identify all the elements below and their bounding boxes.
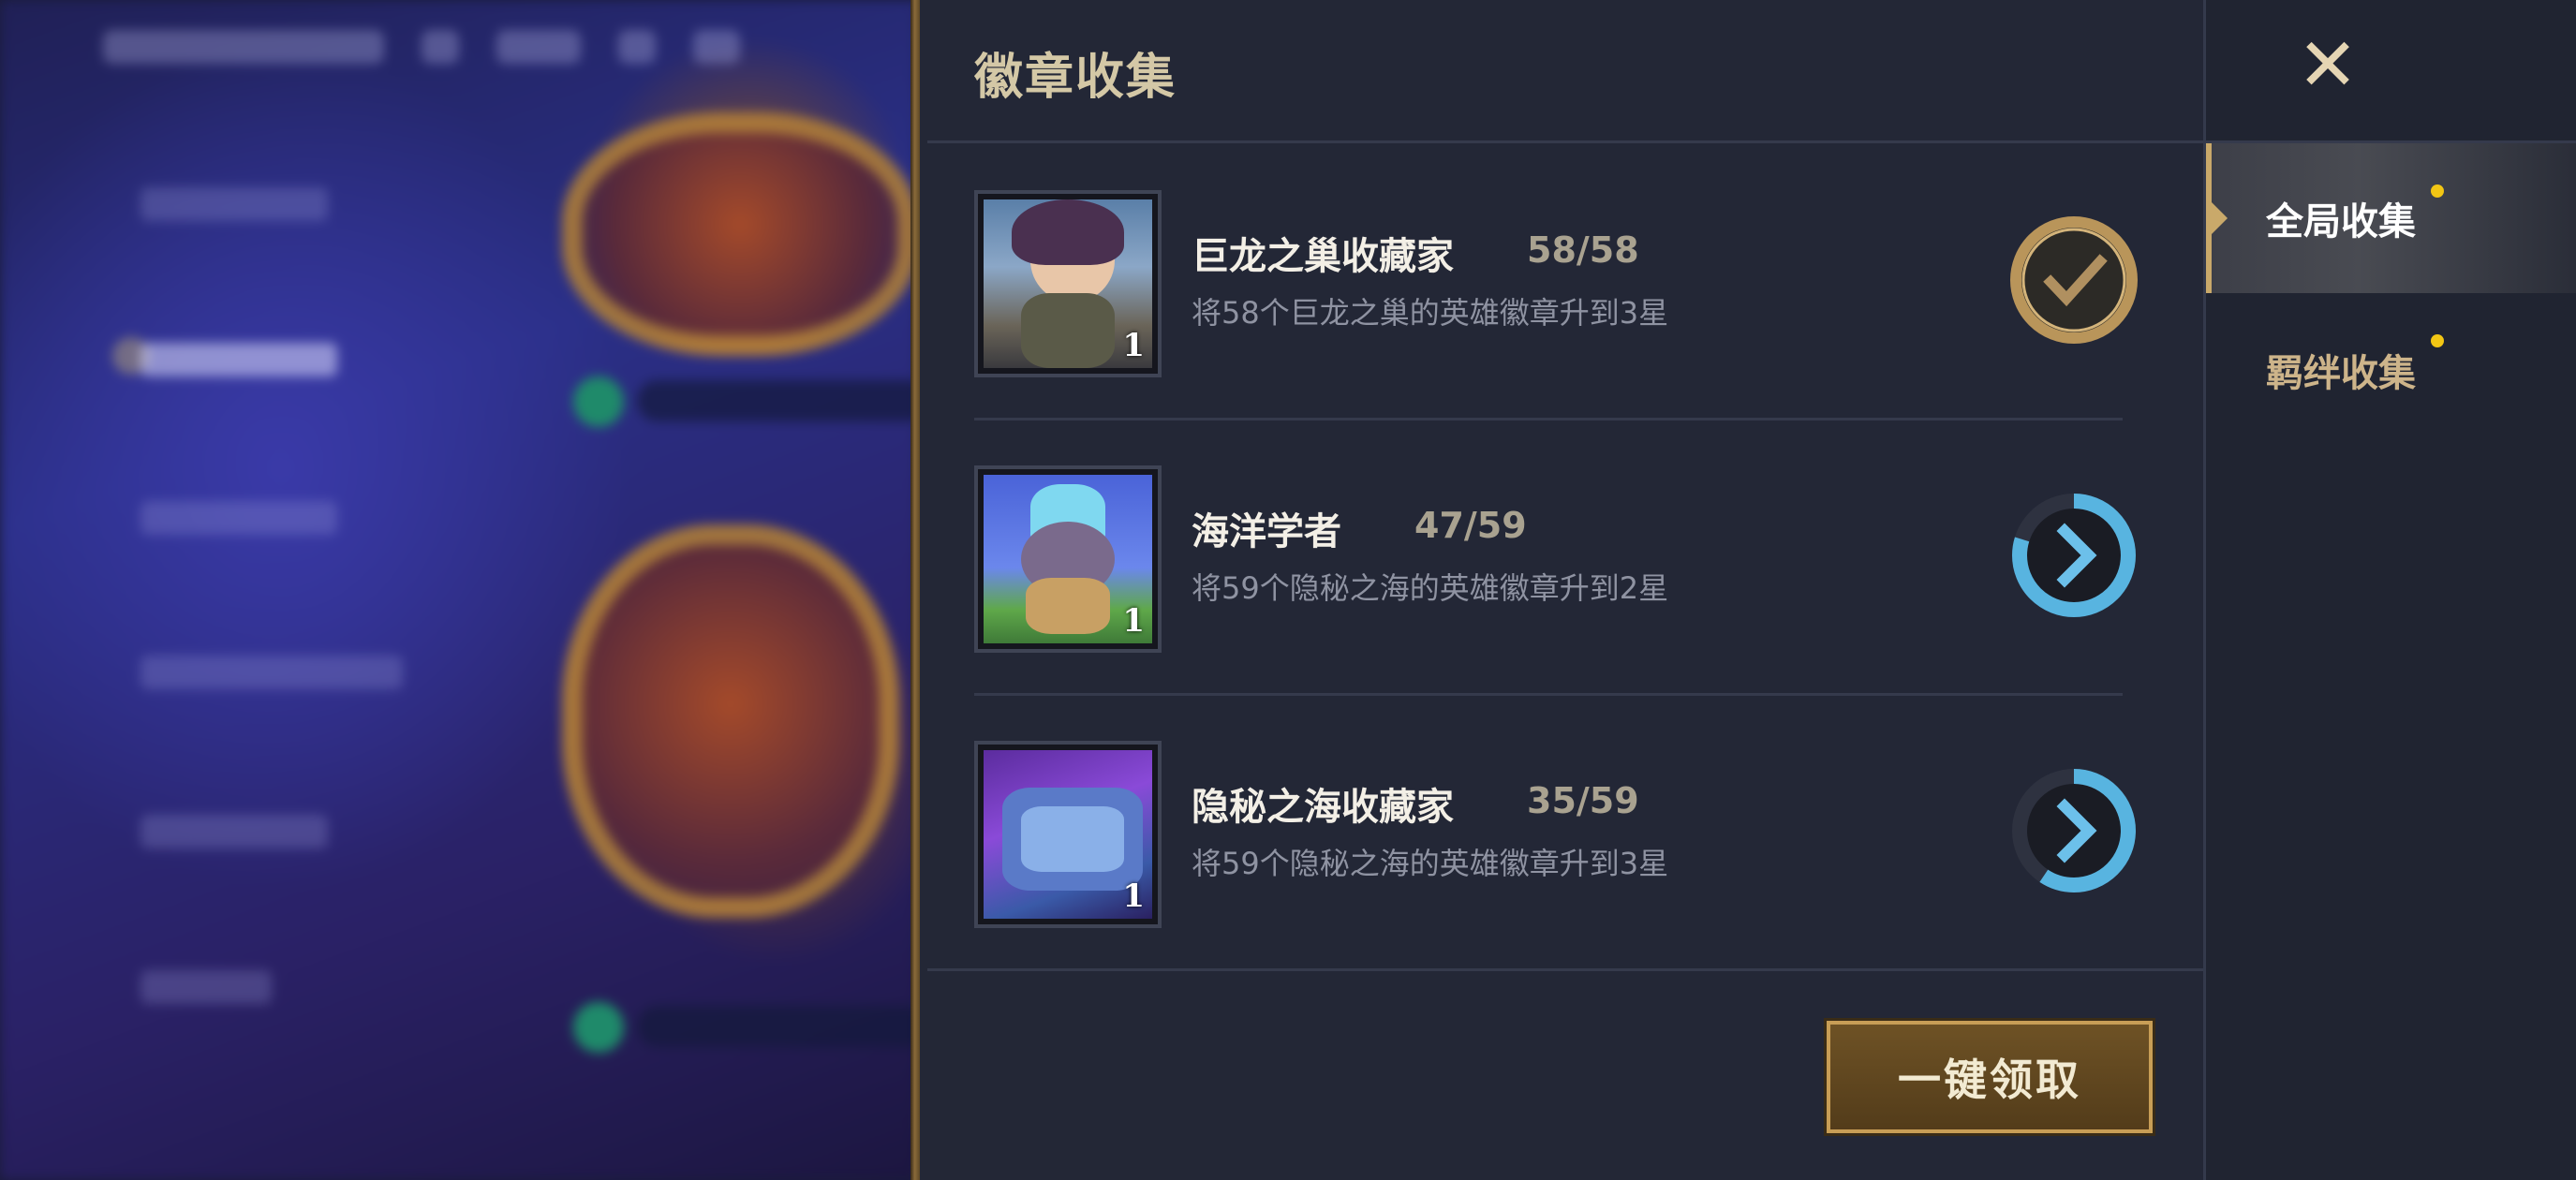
arena-portrait: 1: [984, 750, 1152, 919]
collection-progress: 58/58: [1527, 229, 1639, 271]
active-tab-arrow-icon: [2209, 199, 2228, 237]
collection-description: 将59个隐秘之海的英雄徽章升到2星: [1192, 570, 1669, 606]
badge-level: 1: [1122, 602, 1145, 640]
close-icon[interactable]: ✕: [2281, 23, 2375, 108]
item-divider: [974, 418, 2123, 420]
collection-item[interactable]: 1 巨龙之巢收藏家 58/58 将58个巨龙之巢的英雄徽章升到3星: [974, 190, 2138, 387]
badge-thumbnail: 1: [974, 465, 1162, 653]
badge-thumbnail: 1: [974, 741, 1162, 928]
footer-divider: [927, 968, 2203, 971]
notification-dot-icon: [2431, 184, 2444, 198]
notification-dot-icon: [2431, 334, 2444, 347]
collection-item[interactable]: 1 海洋学者 47/59 将59个隐秘之海的英雄徽章升到2星: [974, 465, 2136, 662]
panel-border: [910, 0, 920, 1180]
collection-description: 将59个隐秘之海的英雄徽章升到3星: [1192, 846, 1669, 881]
collection-item[interactable]: 1 隐秘之海收藏家 35/59 将59个隐秘之海的英雄徽章升到3星: [974, 741, 2136, 937]
collection-name: 巨龙之巢收藏家: [1192, 235, 1454, 278]
hero-portrait: 1: [984, 475, 1152, 643]
badge-collection-panel: 徽章收集 1 巨龙之巢收藏家 58/58 将58个巨龙之巢的英雄徽章升到3星 1…: [920, 0, 2203, 1180]
badge-level: 1: [1122, 327, 1145, 364]
category-tabs: ✕ 全局收集 羁绊收集: [2203, 0, 2576, 1180]
tab-synergy-collection[interactable]: 羁绊收集: [2206, 295, 2576, 445]
panel-title: 徽章收集: [974, 50, 1177, 106]
check-icon[interactable]: [2008, 214, 2139, 346]
tab-label: 全局收集: [2266, 200, 2416, 243]
chevron-right-icon[interactable]: [2008, 490, 2139, 621]
hero-portrait: 1: [984, 199, 1152, 368]
tab-global-collection[interactable]: 全局收集: [2206, 143, 2576, 293]
collection-name: 海洋学者: [1192, 510, 1341, 553]
chevron-right-icon[interactable]: [2008, 765, 2139, 896]
tab-label: 羁绊收集: [2266, 352, 2416, 395]
collection-description: 将58个巨龙之巢的英雄徽章升到3星: [1192, 295, 1669, 331]
collection-progress: 35/59: [1527, 780, 1639, 821]
claim-all-button[interactable]: 一键领取: [1824, 1018, 2155, 1136]
item-divider: [974, 693, 2123, 696]
title-divider: [927, 140, 2203, 143]
collection-name: 隐秘之海收藏家: [1192, 786, 1454, 829]
badge-thumbnail: 1: [974, 190, 1162, 377]
background-game-view: [0, 0, 918, 1180]
collection-progress: 47/59: [1414, 505, 1527, 546]
badge-level: 1: [1122, 878, 1145, 915]
background-topbar: [103, 19, 740, 75]
